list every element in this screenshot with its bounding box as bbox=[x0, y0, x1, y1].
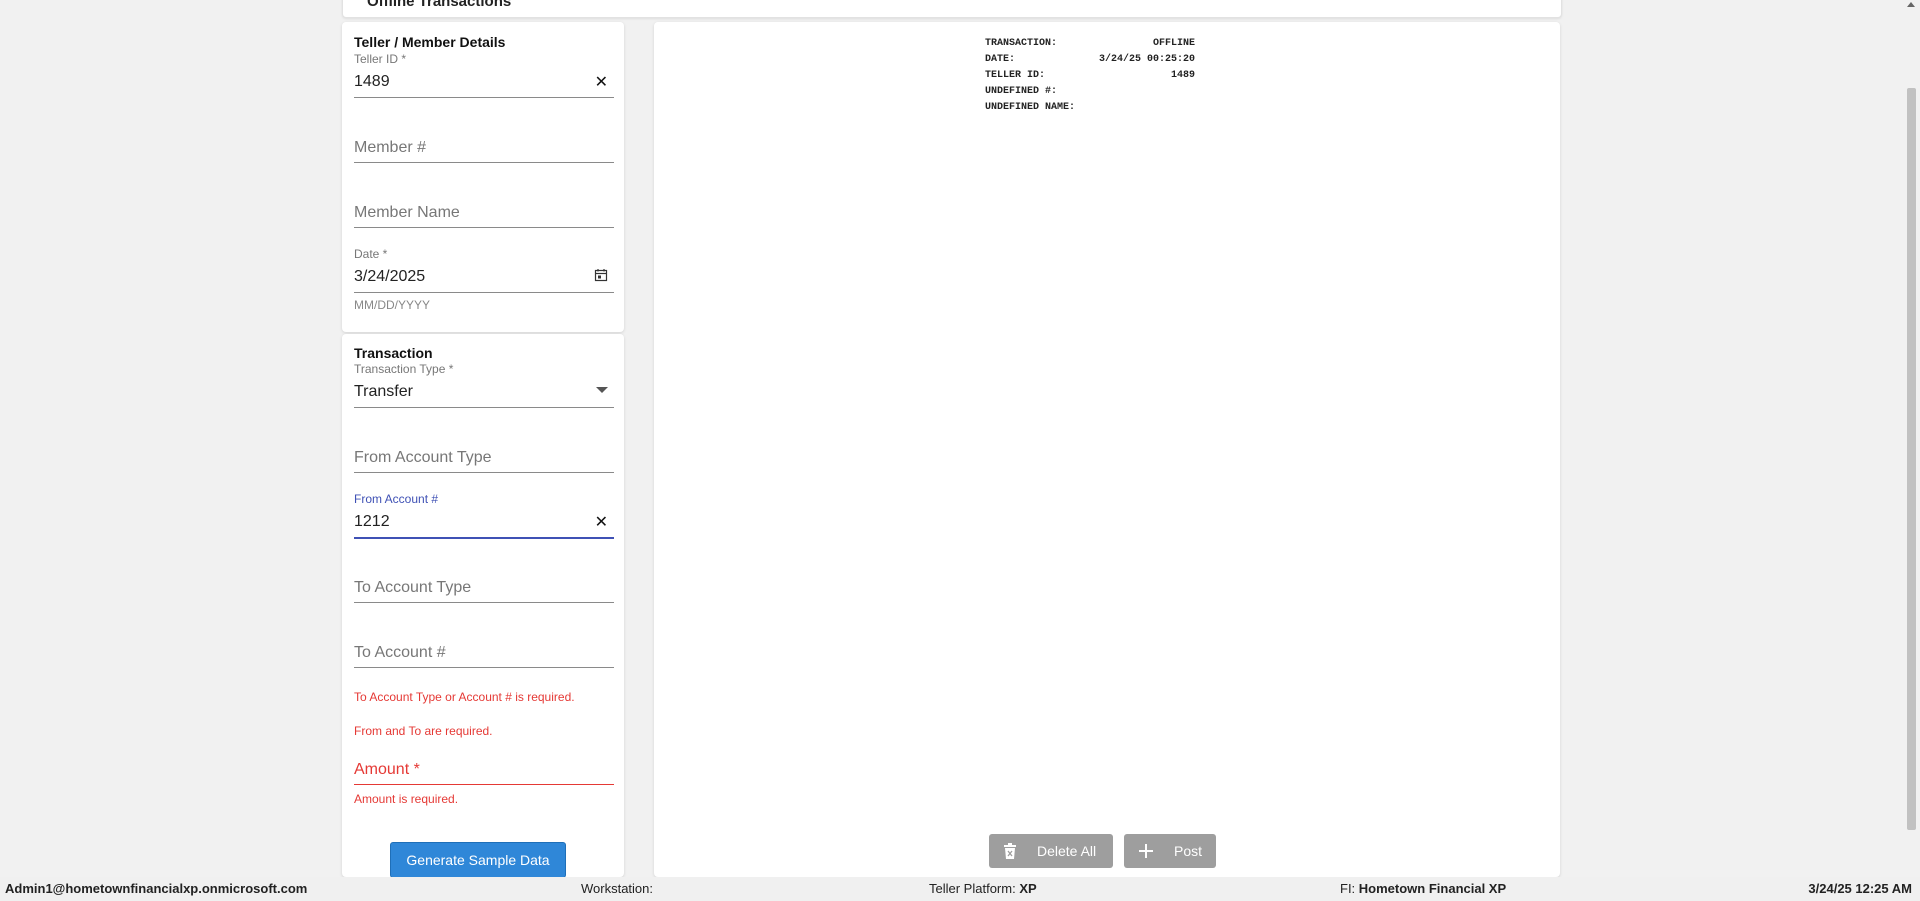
to-account-type-field[interactable]: To Account Type bbox=[354, 572, 614, 603]
receipt-value: OFFLINE bbox=[1152, 38, 1195, 49]
receipt-row: TELLER ID: 1489 bbox=[985, 68, 1195, 84]
teller-platform-label: Teller Platform: bbox=[929, 881, 1016, 896]
fi-value: Hometown Financial XP bbox=[1358, 881, 1507, 896]
post-label: Post bbox=[1174, 843, 1203, 859]
workstation-label: Workstation: bbox=[581, 881, 654, 896]
receipt-row: DATE: 3/24/25 00:25:20 bbox=[985, 52, 1195, 68]
page-title: Offline Transactions bbox=[367, 0, 512, 10]
generate-sample-data-button[interactable]: Generate Sample Data bbox=[390, 842, 566, 878]
to-account-error: To Account Type or Account # is required… bbox=[354, 690, 575, 704]
receipt-key: DATE: bbox=[985, 54, 1016, 65]
date-value[interactable]: 3/24/2025 bbox=[354, 268, 425, 286]
delete-all-button[interactable]: Delete All bbox=[989, 834, 1113, 868]
from-account-number-label: From Account # bbox=[354, 492, 439, 506]
transaction-type-select[interactable]: Transaction Type * Transfer bbox=[354, 362, 614, 408]
teller-id-value[interactable]: 1489 bbox=[354, 73, 390, 91]
member-number-field[interactable]: Member # bbox=[354, 132, 614, 163]
receipt-preview-panel: TRANSACTION: OFFLINE DATE: 3/24/25 00:25:2… bbox=[654, 22, 1560, 877]
teller-id-label: Teller ID * bbox=[354, 52, 407, 66]
from-account-type-field[interactable]: From Account Type bbox=[354, 442, 614, 473]
from-account-type-placeholder: From Account Type bbox=[354, 449, 492, 466]
teller-platform-value: XP bbox=[1019, 881, 1037, 896]
to-account-number-field[interactable]: To Account # bbox=[354, 637, 614, 668]
receipt-row: UNDEFINED NAME: bbox=[985, 100, 1195, 116]
amount-placeholder: Amount * bbox=[354, 761, 420, 778]
fi-status: FI: Hometown Financial XP bbox=[1340, 877, 1506, 901]
left-panel: Teller / Member Details Teller ID * 1489… bbox=[342, 22, 624, 878]
status-bar: Admin1@hometownfinancialxp.onmicrosoft.c… bbox=[0, 877, 1920, 901]
post-button[interactable]: Post bbox=[1124, 834, 1216, 868]
delete-all-label: Delete All bbox=[1037, 843, 1097, 859]
receipt-row: UNDEFINED #: bbox=[985, 84, 1195, 100]
page-header-card: Offline Transactions bbox=[342, 0, 1562, 18]
close-icon[interactable]: ✕ bbox=[595, 75, 608, 91]
user-email: Admin1@hometownfinancialxp.onmicrosoft.c… bbox=[5, 881, 308, 896]
receipt-value: 1489 bbox=[1170, 70, 1195, 81]
teller-platform-status: Teller Platform: XP bbox=[929, 877, 1037, 901]
receipt-key: UNDEFINED #: bbox=[985, 86, 1058, 97]
date-format-hint: MM/DD/YYYY bbox=[354, 298, 431, 312]
receipt-value: 3/24/25 00:25:20 bbox=[1098, 54, 1195, 65]
transaction-card: Transaction Transaction Type * Transfer … bbox=[342, 334, 624, 878]
receipt-row: TRANSACTION: OFFLINE bbox=[985, 36, 1195, 52]
member-number-placeholder: Member # bbox=[354, 139, 427, 156]
dropdown-arrow-icon[interactable] bbox=[596, 381, 608, 397]
amount-error: Amount is required. bbox=[354, 792, 459, 806]
member-section-title: Teller / Member Details bbox=[354, 34, 506, 50]
to-account-type-placeholder: To Account Type bbox=[354, 579, 472, 596]
receipt-key: UNDEFINED NAME: bbox=[985, 102, 1076, 113]
receipt-key: TRANSACTION: bbox=[985, 38, 1058, 49]
scrollbar-thumb[interactable] bbox=[1907, 88, 1916, 830]
plus-icon bbox=[1138, 834, 1154, 868]
teller-id-field[interactable]: Teller ID * 1489 ✕ bbox=[354, 52, 614, 98]
date-field[interactable]: Date * 3/24/2025 bbox=[354, 247, 614, 293]
member-name-field[interactable]: Member Name bbox=[354, 197, 614, 228]
page-scrollbar[interactable] bbox=[1903, 0, 1920, 877]
transaction-type-value[interactable]: Transfer bbox=[354, 383, 413, 401]
from-account-number-value[interactable]: 1212 bbox=[354, 513, 390, 531]
scroll-up-arrow-icon[interactable] bbox=[1907, 2, 1915, 7]
date-label: Date * bbox=[354, 247, 388, 261]
transaction-type-label: Transaction Type * bbox=[354, 362, 454, 376]
calendar-icon[interactable] bbox=[594, 268, 608, 286]
receipt-key: TELLER ID: bbox=[985, 70, 1046, 81]
transaction-section-title: Transaction bbox=[354, 345, 433, 361]
member-name-placeholder: Member Name bbox=[354, 204, 460, 221]
amount-field[interactable]: Amount * bbox=[354, 754, 614, 785]
fi-label: FI: bbox=[1340, 881, 1356, 896]
from-account-number-field[interactable]: From Account # 1212 ✕ bbox=[354, 492, 614, 539]
trash-icon bbox=[1003, 834, 1017, 868]
member-details-card: Teller / Member Details Teller ID * 1489… bbox=[342, 22, 624, 332]
from-to-error: From and To are required. bbox=[354, 724, 493, 738]
to-account-number-placeholder: To Account # bbox=[354, 644, 446, 661]
receipt: TRANSACTION: OFFLINE DATE: 3/24/25 00:25:2… bbox=[985, 36, 1195, 116]
status-datetime: 3/24/25 12:25 AM bbox=[1808, 881, 1912, 896]
close-icon[interactable]: ✕ bbox=[595, 515, 608, 531]
